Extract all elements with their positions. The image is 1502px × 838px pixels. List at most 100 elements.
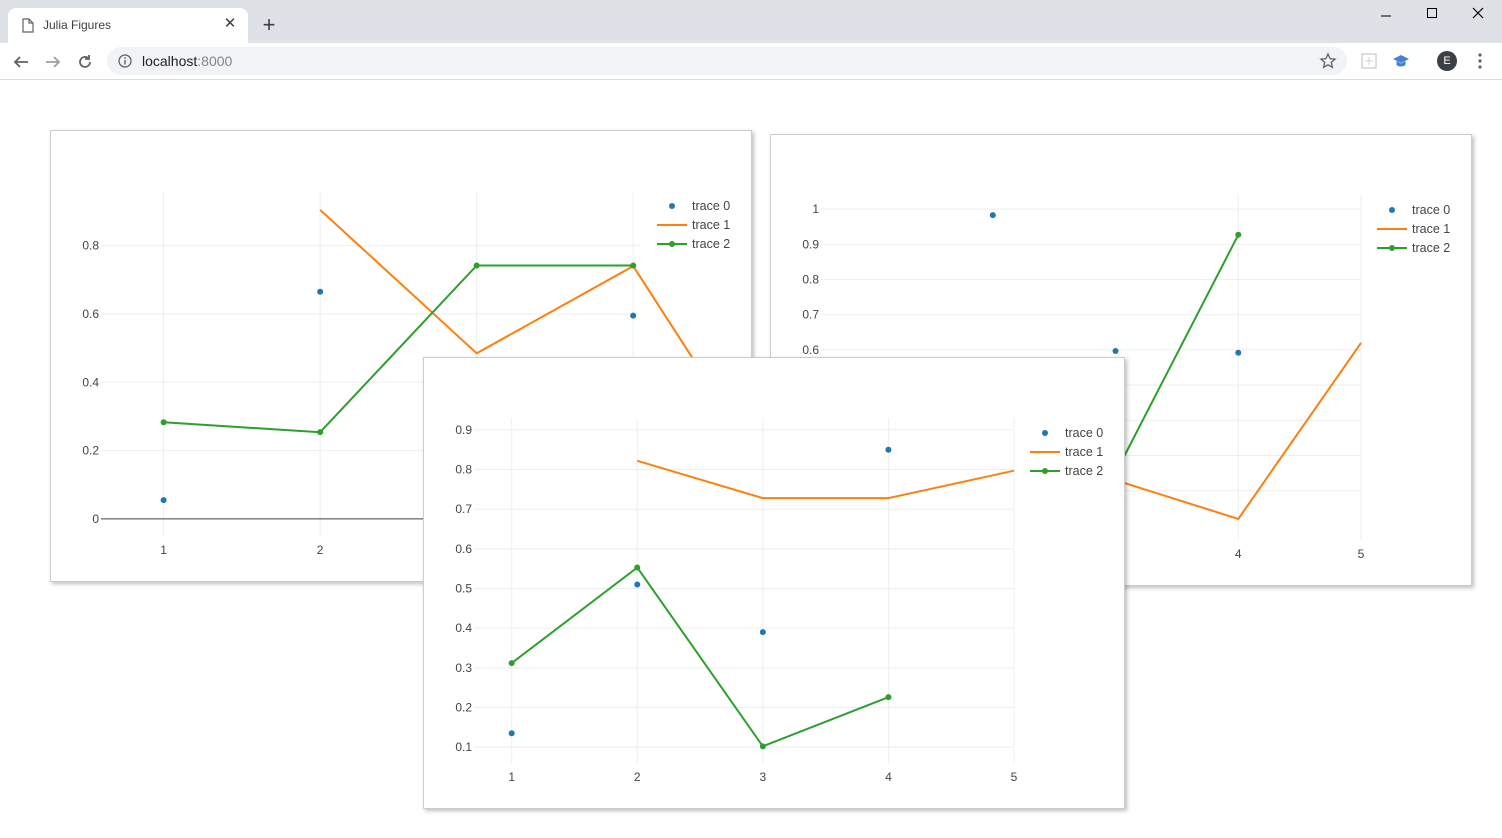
legend-label: trace 1 bbox=[1412, 222, 1450, 236]
tab-close-icon[interactable]: ✕ bbox=[222, 16, 238, 32]
data-point bbox=[508, 660, 515, 667]
plot-3: 1 2 3 4 50.10.20.30.40.50.60.70.80.9 trace 0t… bbox=[455, 418, 1103, 784]
y-tick-label: 0.6 bbox=[82, 307, 99, 321]
data-point bbox=[1235, 231, 1242, 238]
data-point bbox=[989, 212, 996, 219]
series-trace-1 bbox=[637, 459, 1015, 500]
graduation-cap-icon[interactable] bbox=[1392, 52, 1410, 70]
data-point bbox=[160, 497, 167, 504]
series-trace-0 bbox=[508, 446, 892, 737]
url-host: localhost bbox=[142, 53, 198, 69]
y-tick-label: 0.8 bbox=[802, 272, 819, 286]
data-point bbox=[885, 694, 892, 701]
legend-item[interactable]: trace 1 bbox=[1377, 222, 1450, 236]
legend-item[interactable]: trace 0 bbox=[669, 199, 730, 213]
series-line bbox=[511, 566, 889, 748]
tab-title: Julia Figures bbox=[43, 18, 112, 32]
y-tick-label: 0.3 bbox=[455, 661, 472, 675]
address-bar[interactable]: localhost:8000 bbox=[107, 47, 1347, 75]
close-window-icon[interactable] bbox=[1455, 6, 1501, 28]
page-icon bbox=[22, 18, 34, 33]
y-tick-label: 0 bbox=[92, 512, 99, 526]
data-point bbox=[885, 446, 892, 453]
data-point bbox=[634, 564, 641, 571]
data-point bbox=[759, 629, 766, 636]
data-point bbox=[630, 262, 637, 269]
figure-window-3[interactable]: 1 2 3 4 5 0.1 0.2 0.3 0.4 0.5 0.6 0.7 0.8 0.9 trace 0t… bbox=[423, 357, 1125, 809]
data-point bbox=[473, 262, 480, 269]
y-tick-label: 0.1 bbox=[455, 740, 472, 754]
legend-label: trace 2 bbox=[1412, 241, 1450, 255]
series-trace-2 bbox=[508, 564, 892, 750]
maximize-icon[interactable] bbox=[1409, 6, 1455, 28]
legend-swatch-marker bbox=[1042, 468, 1048, 474]
x-tick-label: 2 bbox=[634, 770, 641, 784]
legend-label: trace 1 bbox=[1065, 445, 1103, 459]
series-line bbox=[637, 459, 1015, 500]
y-tick-label: 0.7 bbox=[802, 308, 819, 322]
tab-julia-figures[interactable]: Julia Figures ✕ bbox=[8, 8, 248, 43]
url-text: localhost:8000 bbox=[142, 53, 232, 69]
y-tick-label: 0.4 bbox=[455, 621, 472, 635]
browser-toolbar: localhost:8000 E bbox=[0, 43, 1502, 80]
legend-swatch-marker bbox=[669, 203, 675, 209]
forward-arrow-icon[interactable] bbox=[42, 51, 64, 73]
tab-strip: Julia Figures ✕ + bbox=[0, 0, 1502, 43]
back-arrow-icon[interactable] bbox=[10, 51, 32, 73]
kebab-menu-icon[interactable] bbox=[1471, 51, 1489, 71]
info-icon[interactable] bbox=[118, 54, 132, 68]
legend-swatch-marker bbox=[669, 241, 675, 247]
x-tick-label: 4 bbox=[885, 770, 892, 784]
legend-label: trace 0 bbox=[692, 199, 730, 213]
legend-label: trace 1 bbox=[692, 218, 730, 232]
data-point bbox=[317, 429, 324, 436]
star-icon[interactable] bbox=[1319, 52, 1337, 70]
data-point bbox=[1112, 347, 1119, 354]
legend-swatch-marker bbox=[1042, 430, 1048, 436]
data-point bbox=[508, 730, 515, 737]
legend-item[interactable]: trace 2 bbox=[657, 237, 730, 251]
legend-item[interactable]: trace 0 bbox=[1389, 203, 1450, 217]
legend[interactable]: trace 0 trace 1 trace 2 bbox=[1377, 203, 1450, 255]
legend-item[interactable]: trace 1 bbox=[1030, 445, 1103, 459]
y-tick-label: 0.9 bbox=[455, 423, 472, 437]
y-tick-label: 0.7 bbox=[455, 502, 472, 516]
legend-label: trace 2 bbox=[692, 237, 730, 251]
y-tick-label: 0.8 bbox=[455, 463, 472, 477]
legend-label: trace 2 bbox=[1065, 464, 1103, 478]
data-point bbox=[1235, 349, 1242, 356]
legend-item[interactable]: trace 2 bbox=[1030, 464, 1103, 478]
x-tick-label: 5 bbox=[1011, 770, 1018, 784]
y-tick-label: 1 bbox=[812, 202, 819, 216]
data-point bbox=[630, 312, 637, 319]
legend-item[interactable]: trace 0 bbox=[1042, 426, 1103, 440]
x-tick-label: 1 bbox=[508, 770, 515, 784]
x-tick-label: 4 bbox=[1235, 547, 1242, 561]
new-tab-button[interactable]: + bbox=[258, 14, 280, 36]
extension-icon[interactable] bbox=[1360, 52, 1378, 70]
legend-item[interactable]: trace 2 bbox=[1377, 241, 1450, 255]
data-point bbox=[317, 288, 324, 295]
y-tick-label: 0.5 bbox=[455, 582, 472, 596]
legend-label: trace 0 bbox=[1065, 426, 1103, 440]
x-tick-label: 5 bbox=[1358, 547, 1365, 561]
legend-label: trace 0 bbox=[1412, 203, 1450, 217]
legend[interactable]: trace 0 trace 1 trace 2 bbox=[1030, 426, 1103, 478]
y-tick-label: 0.4 bbox=[82, 375, 99, 389]
x-tick-label: 3 bbox=[759, 770, 766, 784]
data-point bbox=[160, 419, 167, 426]
x-tick-label: 2 bbox=[317, 543, 324, 557]
y-tick-label: 0.2 bbox=[82, 444, 99, 458]
url-port: :8000 bbox=[197, 53, 233, 69]
data-point bbox=[634, 581, 641, 588]
legend-item[interactable]: trace 1 bbox=[657, 218, 730, 232]
x-tick-label: 1 bbox=[160, 543, 167, 557]
legend[interactable]: trace 0 trace 1 trace 2 bbox=[657, 199, 730, 251]
avatar[interactable]: E bbox=[1437, 51, 1457, 71]
y-tick-label: 0.2 bbox=[455, 700, 472, 714]
reload-icon[interactable] bbox=[74, 51, 96, 73]
y-tick-label: 0.6 bbox=[802, 343, 819, 357]
minimize-icon[interactable] bbox=[1363, 6, 1409, 28]
legend-swatch-marker bbox=[1389, 207, 1395, 213]
y-tick-label: 0.8 bbox=[82, 239, 99, 253]
